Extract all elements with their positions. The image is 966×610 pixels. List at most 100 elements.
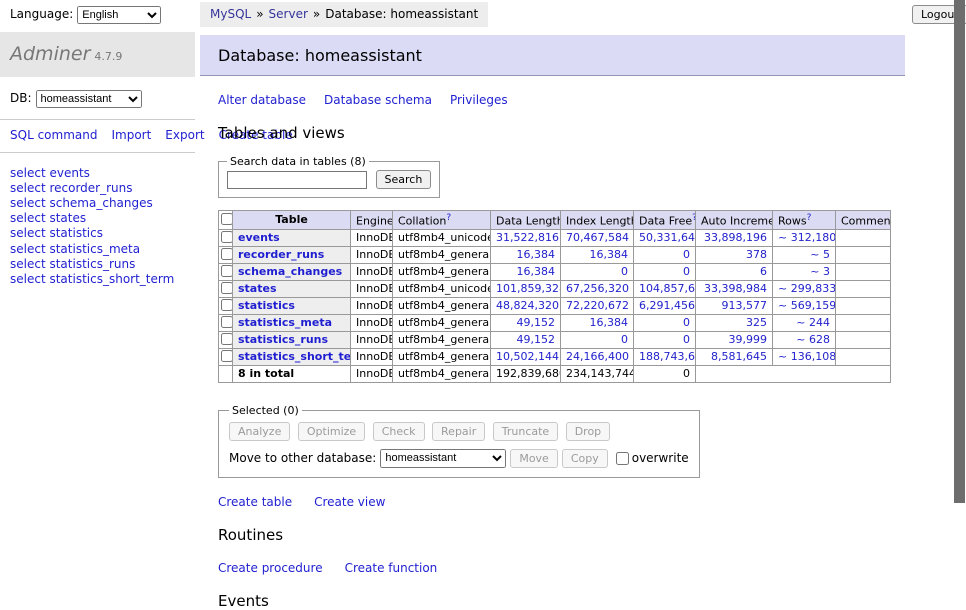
- import-link[interactable]: Import: [111, 128, 151, 142]
- data-free-value[interactable]: 0: [634, 246, 696, 263]
- breadcrumb-current: Database: homeassistant: [325, 7, 478, 21]
- row-checkbox[interactable]: [221, 265, 233, 277]
- move-database-select[interactable]: homeassistant: [380, 449, 506, 468]
- auto-increment-value[interactable]: 6: [696, 263, 773, 280]
- rows-value[interactable]: ~ 3: [773, 263, 836, 280]
- create-view-link[interactable]: Create view: [314, 495, 385, 509]
- table-name-link[interactable]: states: [238, 282, 277, 295]
- copy-button[interactable]: Copy: [562, 449, 608, 468]
- database-schema-link[interactable]: Database schema: [324, 93, 432, 107]
- data-length-value[interactable]: 48,824,320: [491, 297, 561, 314]
- auto-increment-value[interactable]: 33,398,984: [696, 280, 773, 297]
- data-free-value[interactable]: 0: [634, 263, 696, 280]
- auto-increment-value[interactable]: 39,999: [696, 331, 773, 348]
- help-link[interactable]: ?: [446, 213, 451, 223]
- data-free-value[interactable]: 104,857,600: [634, 280, 696, 297]
- data-free-value[interactable]: 188,743,680: [634, 348, 696, 365]
- search-button[interactable]: Search: [376, 170, 432, 189]
- index-length-value[interactable]: 0: [561, 263, 634, 280]
- data-free-value[interactable]: 0: [634, 331, 696, 348]
- index-length-value[interactable]: 70,467,584: [561, 229, 634, 246]
- alter-database-link[interactable]: Alter database: [218, 93, 306, 107]
- drop-button[interactable]: Drop: [566, 422, 610, 441]
- table-name-link[interactable]: statistics_short_term: [238, 350, 351, 363]
- sidebar-item-select-events[interactable]: select events: [10, 166, 185, 180]
- rows-value[interactable]: ~ 136,108: [773, 348, 836, 365]
- search-input[interactable]: [227, 171, 367, 189]
- data-length-value[interactable]: 16,384: [491, 263, 561, 280]
- index-length-value[interactable]: 0: [561, 331, 634, 348]
- table-name-link[interactable]: events: [238, 231, 280, 244]
- column-header-auto-increment: Auto Increment?: [696, 211, 773, 230]
- repair-button[interactable]: Repair: [432, 422, 485, 441]
- row-checkbox[interactable]: [221, 248, 233, 260]
- routines-heading: Routines: [218, 526, 905, 544]
- move-button[interactable]: Move: [510, 449, 558, 468]
- table-name-link[interactable]: recorder_runs: [238, 248, 324, 261]
- auto-increment-value[interactable]: 913,577: [696, 297, 773, 314]
- data-length-value[interactable]: 101,859,328: [491, 280, 561, 297]
- privileges-link[interactable]: Privileges: [450, 93, 508, 107]
- sidebar-item-select-statistics-runs[interactable]: select statistics_runs: [10, 257, 185, 271]
- auto-increment-value[interactable]: 33,898,196: [696, 229, 773, 246]
- index-length-value[interactable]: 72,220,672: [561, 297, 634, 314]
- row-checkbox[interactable]: [221, 282, 233, 294]
- breadcrumb-mysql-link[interactable]: MySQL: [210, 7, 251, 21]
- row-checkbox[interactable]: [221, 299, 233, 311]
- breadcrumb-server-link[interactable]: Server: [269, 7, 308, 21]
- data-length-value[interactable]: 16,384: [491, 246, 561, 263]
- create-table-link-main[interactable]: Create table: [218, 495, 292, 509]
- overwrite-checkbox[interactable]: [616, 452, 629, 465]
- truncate-button[interactable]: Truncate: [493, 422, 558, 441]
- auto-increment-value[interactable]: 378: [696, 246, 773, 263]
- table-name-link[interactable]: statistics: [238, 299, 295, 312]
- sidebar-item-select-statistics[interactable]: select statistics: [10, 226, 185, 240]
- auto-increment-value[interactable]: 8,581,645: [696, 348, 773, 365]
- rows-value[interactable]: ~ 244: [773, 314, 836, 331]
- data-length-value[interactable]: 49,152: [491, 314, 561, 331]
- data-free-value[interactable]: 0: [634, 314, 696, 331]
- rows-value[interactable]: ~ 569,159: [773, 297, 836, 314]
- row-checkbox[interactable]: [221, 316, 233, 328]
- create-function-link[interactable]: Create function: [345, 561, 438, 575]
- row-checkbox[interactable]: [221, 333, 233, 345]
- db-select[interactable]: homeassistant: [36, 90, 142, 108]
- index-length-value[interactable]: 67,256,320: [561, 280, 634, 297]
- index-length-value[interactable]: 16,384: [561, 246, 634, 263]
- sidebar-item-select-recorder-runs[interactable]: select recorder_runs: [10, 181, 185, 195]
- sidebar-item-select-schema-changes[interactable]: select schema_changes: [10, 196, 185, 210]
- help-link[interactable]: ?: [692, 213, 695, 223]
- sql-command-link[interactable]: SQL command: [10, 128, 97, 142]
- index-length-value[interactable]: 16,384: [561, 314, 634, 331]
- data-length-value[interactable]: 49,152: [491, 331, 561, 348]
- rows-value[interactable]: ~ 628: [773, 331, 836, 348]
- check-button[interactable]: Check: [373, 422, 425, 441]
- export-link[interactable]: Export: [165, 128, 204, 142]
- sidebar-item-select-statistics-meta[interactable]: select statistics_meta: [10, 242, 185, 256]
- select-all-checkbox[interactable]: [221, 213, 233, 225]
- data-free-value[interactable]: 50,331,648: [634, 229, 696, 246]
- create-procedure-link[interactable]: Create procedure: [218, 561, 323, 575]
- total-data-length-cell: 192,839,680: [491, 365, 561, 382]
- rows-value[interactable]: ~ 299,833: [773, 280, 836, 297]
- rows-value[interactable]: ~ 5: [773, 246, 836, 263]
- analyze-button[interactable]: Analyze: [229, 422, 290, 441]
- data-free-value[interactable]: 6,291,456: [634, 297, 696, 314]
- row-checkbox[interactable]: [221, 231, 233, 243]
- table-name-link[interactable]: statistics_meta: [238, 316, 332, 329]
- data-length-value[interactable]: 31,522,816: [491, 229, 561, 246]
- table-name-link[interactable]: schema_changes: [238, 265, 342, 278]
- vertical-scrollbar[interactable]: [954, 0, 965, 503]
- table-name-link[interactable]: statistics_runs: [238, 333, 328, 346]
- data-length-value[interactable]: 10,502,144: [491, 348, 561, 365]
- sidebar-item-select-states[interactable]: select states: [10, 211, 185, 225]
- rows-value[interactable]: ~ 312,180: [773, 229, 836, 246]
- sidebar-item-select-statistics-short-term[interactable]: select statistics_short_term: [10, 272, 185, 286]
- row-checkbox[interactable]: [221, 350, 233, 362]
- help-link[interactable]: ?: [807, 213, 812, 223]
- auto-increment-value[interactable]: 325: [696, 314, 773, 331]
- index-length-value[interactable]: 24,166,400: [561, 348, 634, 365]
- language-select[interactable]: English: [77, 6, 161, 24]
- optimize-button[interactable]: Optimize: [298, 422, 365, 441]
- engine-cell: InnoDB: [351, 263, 393, 280]
